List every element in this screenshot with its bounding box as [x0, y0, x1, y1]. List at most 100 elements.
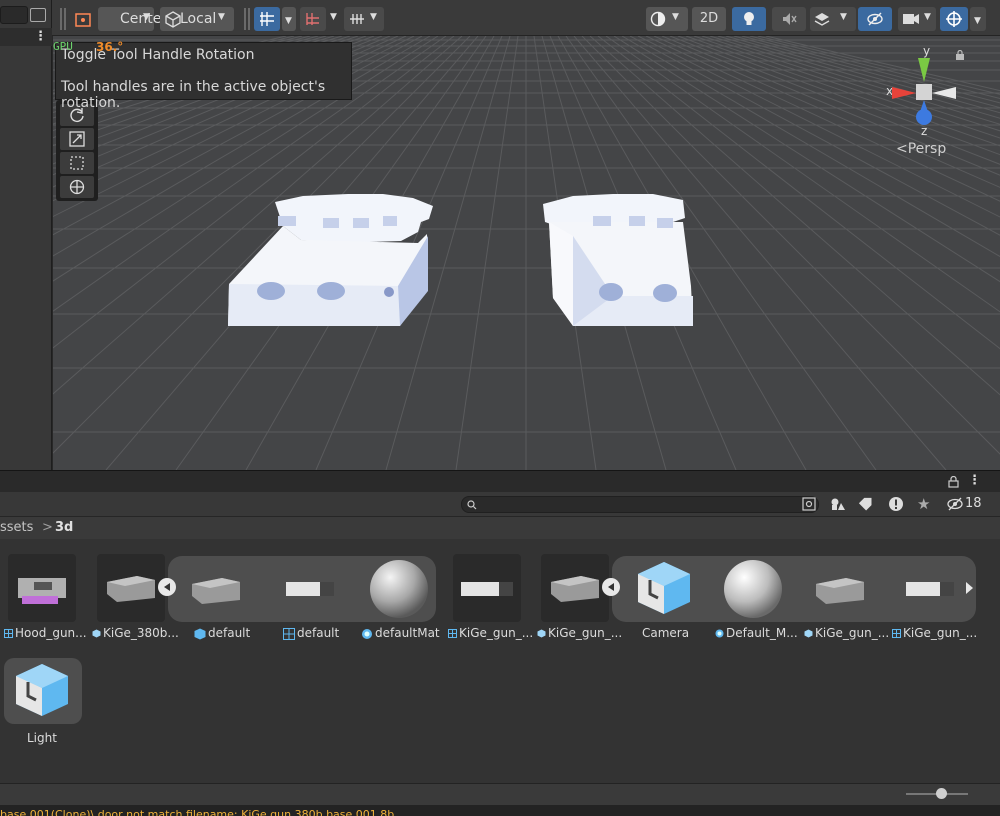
gizmo-y-label: y: [923, 44, 930, 58]
gpu-temperature: 36.°: [96, 40, 124, 54]
cube-local-icon: [165, 11, 181, 28]
kebab-menu-icon[interactable]: ⋮: [34, 29, 47, 44]
transform-icon: [69, 179, 85, 195]
toolbar-grip[interactable]: [60, 8, 66, 30]
asset-item[interactable]: KiGe_gun_...: [892, 626, 977, 640]
asset-thumbnail[interactable]: [453, 554, 521, 622]
asset-item[interactable]: default: [194, 626, 250, 640]
chevron-down-icon: ▼: [840, 12, 847, 22]
gizmo-z-cap: [916, 109, 932, 125]
asset-item[interactable]: KiGe_gun_...: [448, 626, 533, 640]
snap-increment-icon: [306, 13, 319, 25]
prefab-box-icon[interactable]: [634, 558, 694, 618]
asset-label: Light: [27, 731, 57, 745]
space-label: Local: [180, 11, 217, 27]
asset-label: Hood_gun...: [15, 626, 87, 640]
gizmos-dropdown[interactable]: ▼: [970, 7, 986, 31]
rect-tool-button[interactable]: [60, 152, 94, 174]
eye-hidden-icon: [867, 12, 883, 26]
hierarchy-search-input[interactable]: [0, 6, 28, 24]
fold-arrow-icon[interactable]: [602, 578, 620, 596]
hierarchy-panel: ⋮: [0, 0, 52, 470]
asset-thumbnail[interactable]: [97, 554, 165, 622]
light-bulb-icon: [744, 12, 754, 25]
transform-tool-button[interactable]: [60, 176, 94, 198]
2d-mode-button[interactable]: 2D: [692, 7, 726, 31]
prefab-grid-icon: [4, 629, 13, 638]
gizmo-z-label: z: [921, 124, 927, 137]
panel-lock-icon[interactable]: [948, 476, 959, 488]
asset-item[interactable]: Hood_gun...: [4, 626, 87, 640]
persp-label: Persp: [907, 141, 947, 157]
project-footer: [0, 783, 1000, 805]
search-icon: [467, 500, 477, 510]
hidden-packages-eye-icon[interactable]: [946, 497, 964, 511]
toolbar-grip[interactable]: [244, 8, 250, 30]
perspective-toggle[interactable]: <Persp: [896, 141, 946, 157]
asset-item[interactable]: Camera: [642, 626, 689, 640]
tooltip-body: Tool handles are in the active object's …: [61, 79, 326, 111]
gizmo-y-cone[interactable]: [918, 58, 930, 82]
asset-item[interactable]: defaultMat: [361, 626, 440, 640]
mesh-preview-image[interactable]: [812, 572, 872, 608]
breadcrumb: [0, 516, 1000, 539]
asset-item[interactable]: KiGe_gun_...: [804, 626, 889, 640]
gun-base-model-left[interactable]: [228, 194, 433, 326]
search-by-type-icon[interactable]: [802, 497, 816, 511]
chevron-left-icon: <: [896, 141, 908, 157]
asset-label: default: [297, 626, 340, 640]
breadcrumb-assets[interactable]: ssets: [0, 520, 33, 535]
material-sphere-preview[interactable]: [720, 556, 786, 622]
prefab-preview-image[interactable]: [900, 574, 960, 604]
scale-tool-button[interactable]: [60, 128, 94, 150]
asset-item[interactable]: KiGe_gun_...: [537, 626, 622, 640]
model-icon: [537, 629, 546, 638]
material-sphere-preview[interactable]: [366, 556, 432, 622]
asset-item[interactable]: Light: [27, 731, 57, 745]
asset-item[interactable]: KiGe_380b...: [92, 626, 179, 640]
project-search-input[interactable]: [461, 496, 819, 513]
panel-kebab-icon[interactable]: ⋮: [968, 473, 981, 488]
asset-label: Camera: [642, 626, 690, 640]
gizmo-x-cone[interactable]: [892, 87, 916, 99]
asset-item[interactable]: Default_M...: [715, 626, 798, 640]
search-filter-icon[interactable]: [30, 8, 46, 22]
asset-thumbnail[interactable]: [541, 554, 609, 622]
label-tag-icon[interactable]: [858, 497, 874, 511]
prefab-preview-image[interactable]: [280, 574, 340, 604]
chevron-down-icon: ▼: [218, 12, 225, 22]
prefab-grid-icon: [892, 629, 901, 638]
filter-type-icon[interactable]: [830, 497, 846, 511]
material-icon: [362, 628, 372, 639]
shading-sphere-icon: [650, 11, 666, 27]
material-icon: [715, 629, 724, 638]
gizmo-crosshair-icon: [946, 11, 962, 27]
chevron-down-icon: ▼: [330, 12, 337, 22]
breadcrumb-3d[interactable]: 3d: [55, 520, 73, 535]
model-icon: [92, 629, 101, 638]
tooltip-title: Toggle Tool Handle Rotation: [61, 47, 255, 63]
prefab-grid-icon: [448, 629, 457, 638]
warning-filter-icon[interactable]: [888, 496, 904, 512]
grid-options-dropdown[interactable]: ▼: [282, 7, 296, 31]
lock-icon[interactable]: [955, 50, 965, 60]
light-prefab-thumbnail[interactable]: [4, 658, 82, 724]
gizmo-center-cube[interactable]: [916, 84, 932, 100]
gizmo-neg-x-cone[interactable]: [932, 87, 956, 99]
chevron-down-icon: ▼: [924, 12, 931, 22]
model-icon: [804, 629, 813, 638]
favorites-star-icon[interactable]: ★: [917, 495, 930, 513]
project-tab-bar: ⋮: [0, 470, 1000, 492]
asset-item[interactable]: default: [283, 626, 339, 640]
gun-base-model-right[interactable]: [543, 194, 693, 326]
align-icon: [350, 14, 364, 24]
mesh-preview-image[interactable]: [188, 570, 248, 610]
zoom-slider-handle[interactable]: [936, 788, 947, 799]
chevron-down-icon: ▼: [370, 12, 377, 22]
asset-thumbnail[interactable]: [8, 554, 76, 622]
fold-arrow-icon[interactable]: [158, 578, 176, 596]
asset-label: KiGe_gun_...: [903, 626, 978, 640]
camera-icon: [903, 14, 919, 24]
rect-transform-icon: [70, 156, 84, 170]
console-status-line[interactable]: base 001(Clone)\ door not match filename…: [0, 805, 1000, 816]
